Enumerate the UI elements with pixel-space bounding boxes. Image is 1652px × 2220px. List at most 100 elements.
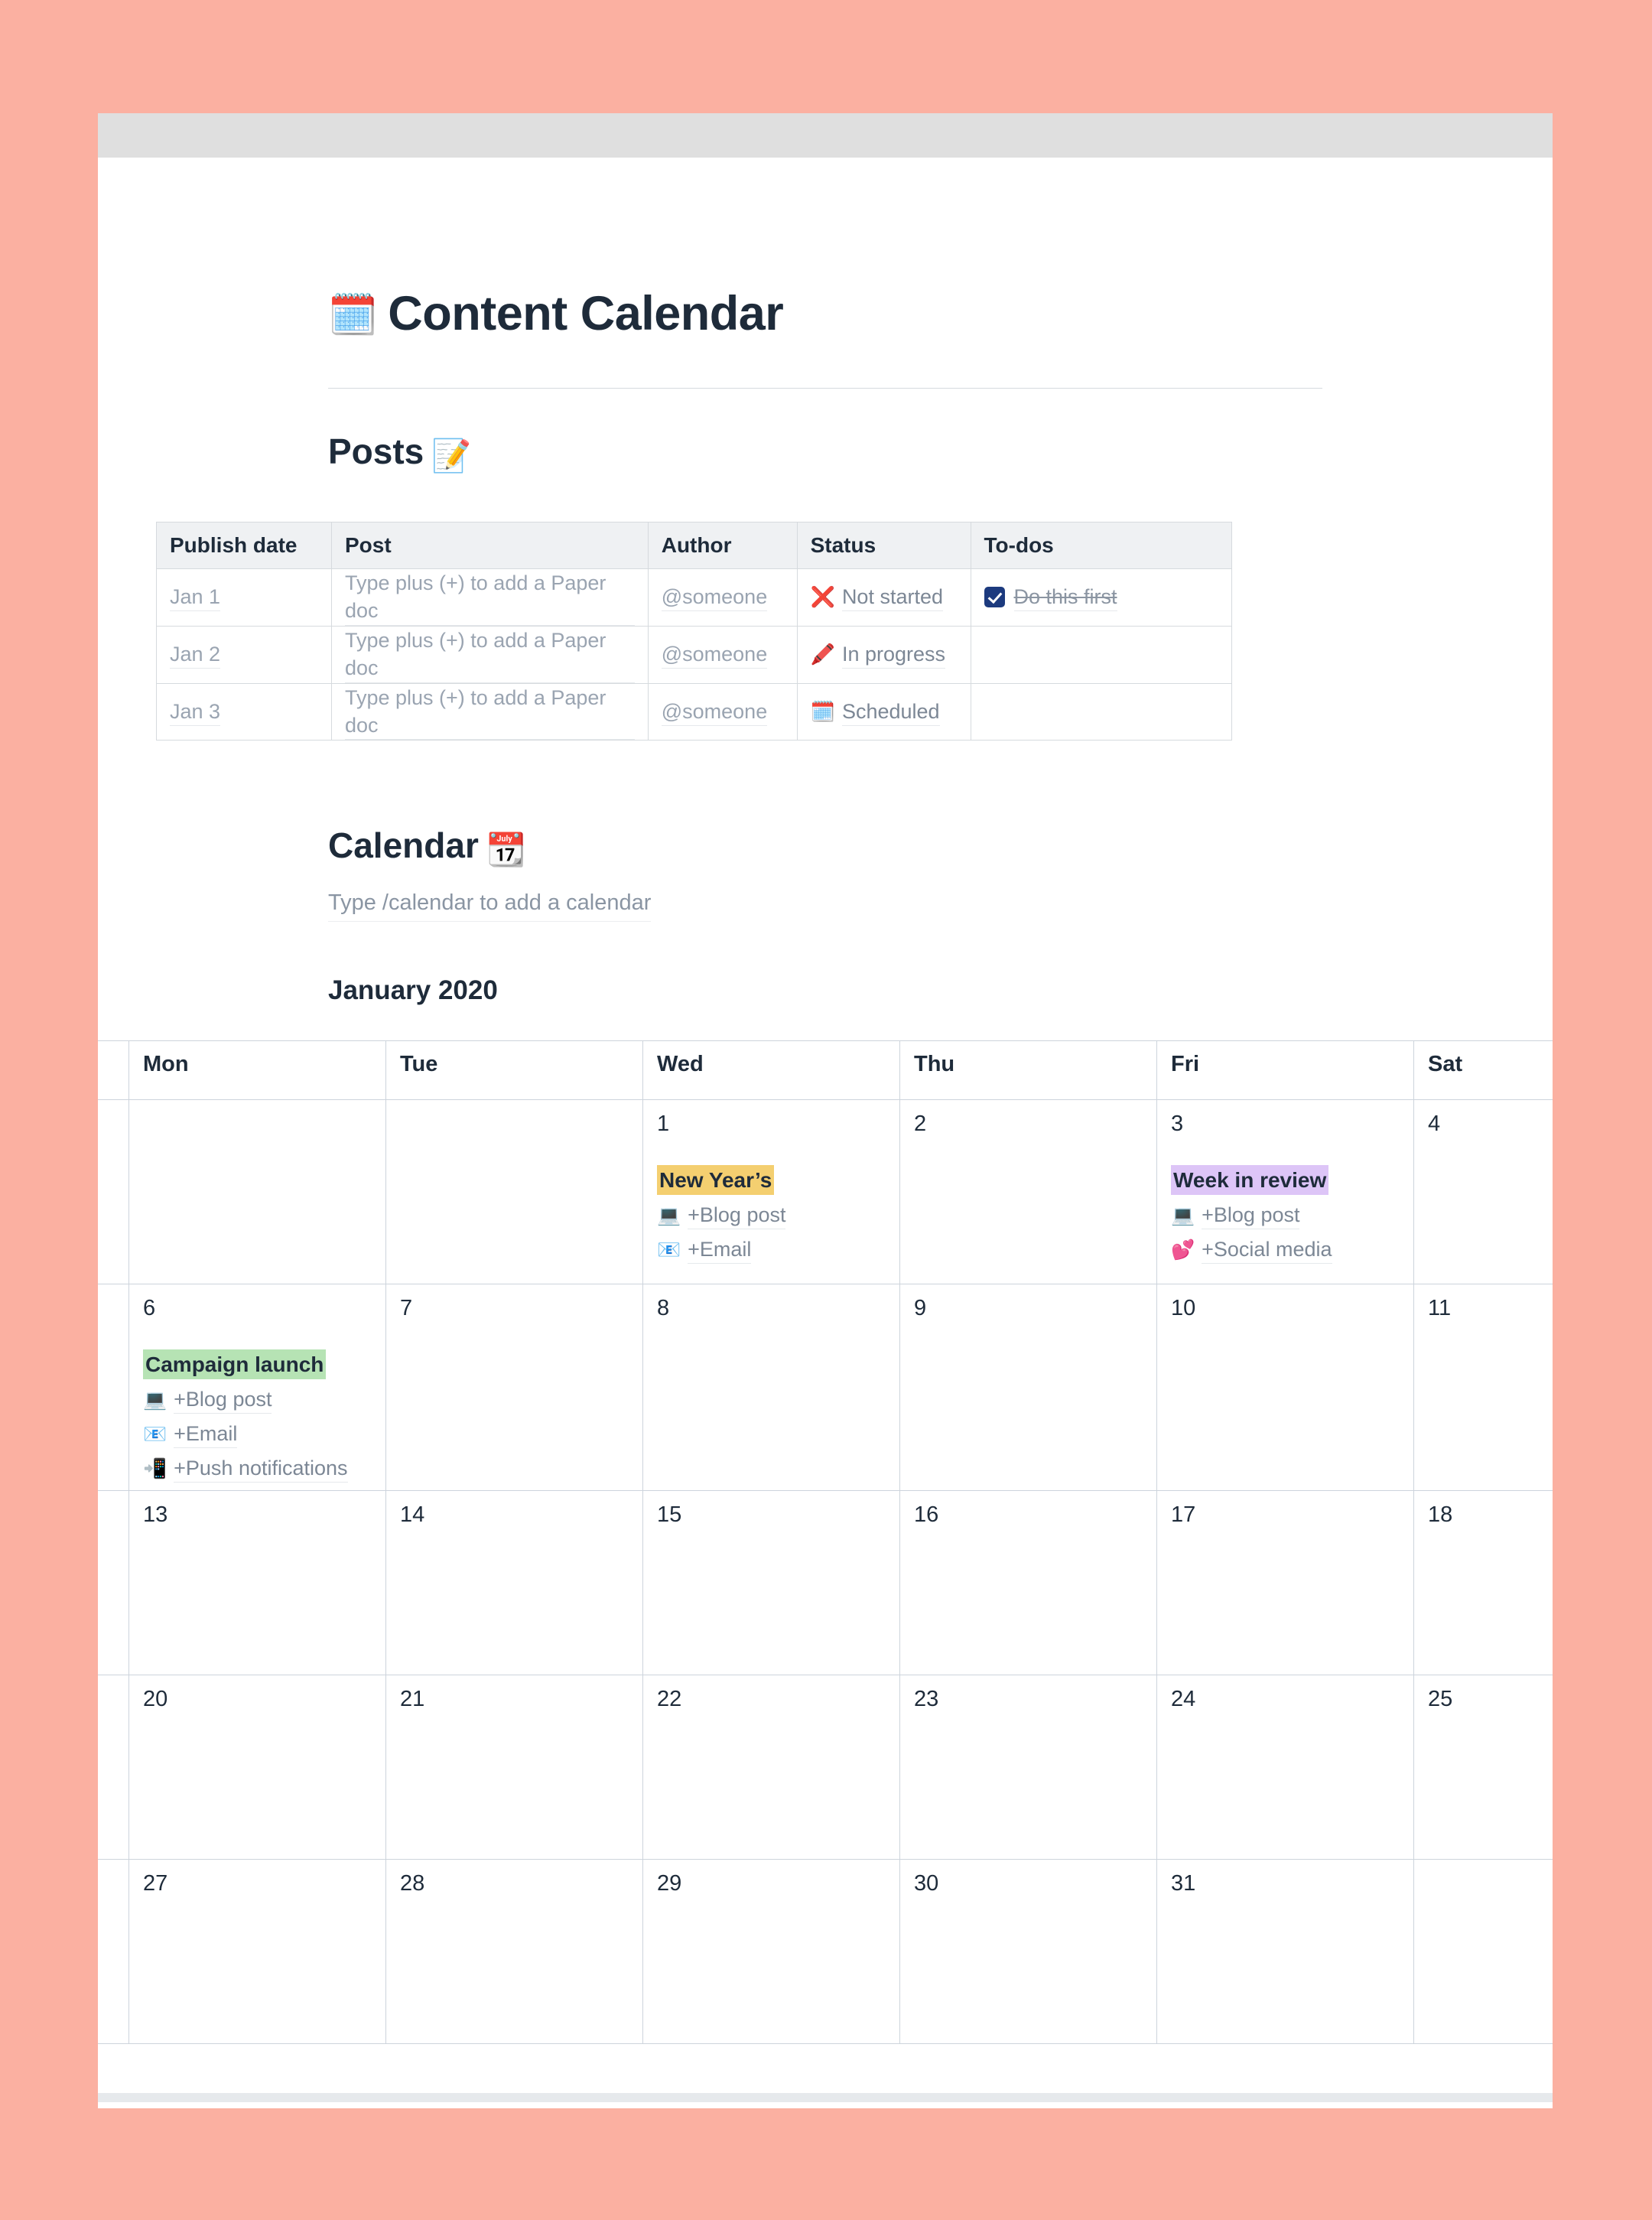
- post-placeholder: Type plus (+) to add a Paper doc: [344, 627, 635, 683]
- document-body: 🗓️ Content Calendar Posts 📝 Publish date P…: [98, 158, 1553, 2108]
- page-title-text: Content Calendar: [388, 287, 784, 340]
- publish-date-value: Jan 2: [170, 640, 221, 669]
- calendar-day-cell[interactable]: 6 Campaign launch 💻 +Blog post 📧 +Email 📲 +Push…: [128, 1284, 386, 1492]
- event-title[interactable]: New Year’s: [657, 1165, 775, 1196]
- event-action-item[interactable]: 💻 +Blog post: [657, 1202, 886, 1230]
- calendar-day-cell[interactable]: 8: [642, 1284, 900, 1492]
- calendar-day-cell[interactable]: [128, 1099, 386, 1285]
- table-row: Jan 1 Type plus (+) to add a Paper doc @…: [156, 568, 1233, 627]
- email-icon: 📧: [657, 1239, 681, 1261]
- calendar-day-cell[interactable]: 10: [1156, 1284, 1414, 1492]
- weekday-header-sat: Sat: [1413, 1040, 1553, 1101]
- day-number: 2: [914, 1112, 927, 1137]
- calendar-day-cell[interactable]: 4: [1413, 1099, 1553, 1285]
- event-action-item[interactable]: 💕 +Social media: [1171, 1236, 1400, 1265]
- calendar-day-cell[interactable]: 21: [385, 1675, 643, 1860]
- calendar-day-cell[interactable]: [385, 1099, 643, 1285]
- calendar-day-cell[interactable]: 29: [642, 1859, 900, 2045]
- publish-date-value: Jan 3: [170, 698, 221, 727]
- column-header-todos[interactable]: To-dos: [970, 521, 1233, 569]
- calendar-day-cell[interactable]: 1 New Year’s 💻 +Blog post 📧 +Email: [642, 1099, 900, 1285]
- posts-heading-text: Posts: [328, 431, 424, 472]
- todo-label: Do this first: [1013, 583, 1117, 612]
- weekday-header-fri: Fri: [1156, 1040, 1414, 1101]
- calendar-day-cell[interactable]: 24: [1156, 1675, 1414, 1860]
- calendar-day-cell[interactable]: 3 Week in review 💻 +Blog post 💕 +Social media: [1156, 1099, 1414, 1285]
- calendar-day-cell[interactable]: 27: [128, 1859, 386, 2045]
- email-icon: 📧: [143, 1424, 167, 1446]
- cell-status[interactable]: 🗓️ Scheduled: [796, 682, 971, 741]
- calendar-day-cell[interactable]: 11: [1413, 1284, 1553, 1492]
- calendar-day-cell[interactable]: 9: [899, 1284, 1157, 1492]
- post-placeholder: Type plus (+) to add a Paper doc: [344, 684, 635, 741]
- calendar-day-cell[interactable]: 18: [1413, 1490, 1553, 1676]
- day-number: 27: [143, 1871, 168, 1896]
- calendar-day-cell[interactable]: [1413, 1859, 1553, 2045]
- calendar-tail-space: [98, 2044, 1553, 2094]
- calendar-day-cell[interactable]: 2: [899, 1099, 1157, 1285]
- cell-publish-date[interactable]: Jan 1: [156, 568, 332, 627]
- cell-status[interactable]: 🖍️ In progress: [796, 625, 971, 684]
- column-header-status[interactable]: Status: [796, 521, 971, 569]
- event-title[interactable]: Campaign launch: [143, 1349, 327, 1380]
- cell-author[interactable]: @someone: [647, 625, 798, 684]
- calendar-day-cell[interactable]: 7: [385, 1284, 643, 1492]
- event-title[interactable]: Week in review: [1171, 1165, 1329, 1196]
- cell-publish-date[interactable]: Jan 3: [156, 682, 332, 741]
- cell-todos[interactable]: Do this first: [970, 568, 1233, 627]
- event-action-label: +Email: [174, 1421, 238, 1449]
- cell-todos[interactable]: [970, 625, 1233, 684]
- calendar-day-cell[interactable]: 30: [899, 1859, 1157, 2045]
- calendar-day-cell[interactable]: 25: [1413, 1675, 1553, 1860]
- event-action-item[interactable]: 📧 +Email: [657, 1236, 886, 1265]
- calendar-day-cell[interactable]: 22: [642, 1675, 900, 1860]
- calendar-day-cell[interactable]: 15: [642, 1490, 900, 1676]
- calendar-week-row: 20 21 22 23 24 25: [98, 1675, 1553, 1860]
- calendar-day-cell[interactable]: 23: [899, 1675, 1157, 1860]
- calendar-grid-wrapper: Mon Tue Wed Thu Fri Sat 1 New Year’s 💻 +Blo…: [98, 1040, 1553, 2045]
- day-number: 29: [657, 1871, 682, 1896]
- day-number: 6: [143, 1296, 156, 1321]
- cell-todos[interactable]: [970, 682, 1233, 741]
- cell-publish-date[interactable]: Jan 2: [156, 625, 332, 684]
- calendar-section-header-area: Calendar 📆 Type /calendar to add a calend…: [98, 741, 1553, 1006]
- cell-author[interactable]: @someone: [647, 682, 798, 741]
- column-header-author[interactable]: Author: [647, 521, 798, 569]
- footer-separator: [98, 2093, 1553, 2103]
- day-number: 21: [400, 1687, 425, 1712]
- cell-post[interactable]: Type plus (+) to add a Paper doc: [330, 682, 649, 741]
- calendar-day-cell[interactable]: 16: [899, 1490, 1157, 1676]
- status-label: Not started: [841, 583, 943, 612]
- day-number: 22: [657, 1687, 682, 1712]
- calendar-icon: 🗓️: [810, 699, 835, 723]
- calendar-day-cell[interactable]: 20: [128, 1675, 386, 1860]
- cell-status[interactable]: ❌ Not started: [796, 568, 971, 627]
- event-action-item[interactable]: 📧 +Email: [143, 1421, 372, 1449]
- calendar-placeholder-row[interactable]: Type /calendar to add a calendar: [328, 870, 1507, 923]
- post-placeholder: Type plus (+) to add a Paper doc: [344, 569, 635, 626]
- table-row: Jan 2 Type plus (+) to add a Paper doc @…: [156, 625, 1233, 684]
- todo-item[interactable]: Do this first: [984, 583, 1218, 612]
- todo-checkbox[interactable]: [984, 587, 1005, 608]
- calendar-day-cell[interactable]: 13: [128, 1490, 386, 1676]
- calendar-day-cell[interactable]: 28: [385, 1859, 643, 2045]
- day-number: 16: [914, 1502, 939, 1528]
- calendar-day-cell[interactable]: 17: [1156, 1490, 1414, 1676]
- calendar-day-cell[interactable]: 14: [385, 1490, 643, 1676]
- cell-post[interactable]: Type plus (+) to add a Paper doc: [330, 625, 649, 684]
- column-header-post[interactable]: Post: [330, 521, 649, 569]
- calendar-day-cell[interactable]: 31: [1156, 1859, 1414, 2045]
- event-action-item[interactable]: 💻 +Blog post: [143, 1386, 372, 1414]
- calendar-section-heading: Calendar 📆: [328, 825, 1507, 869]
- day-number: 13: [143, 1502, 168, 1528]
- day-number: 7: [400, 1296, 413, 1321]
- event-action-item[interactable]: 💻 +Blog post: [1171, 1202, 1400, 1230]
- event-action-item[interactable]: 📲 +Push notifications: [143, 1455, 372, 1483]
- event-action-label: +Push notifications: [174, 1455, 348, 1483]
- calendar-gutter-cell: [98, 1284, 129, 1492]
- weekday-header-thu: Thu: [899, 1040, 1157, 1101]
- column-header-publish-date[interactable]: Publish date: [156, 521, 332, 569]
- calendar-week-row: 1 New Year’s 💻 +Blog post 📧 +Email 2 3 Week in r…: [98, 1099, 1553, 1285]
- cell-post[interactable]: Type plus (+) to add a Paper doc: [330, 568, 649, 627]
- cell-author[interactable]: @someone: [647, 568, 798, 627]
